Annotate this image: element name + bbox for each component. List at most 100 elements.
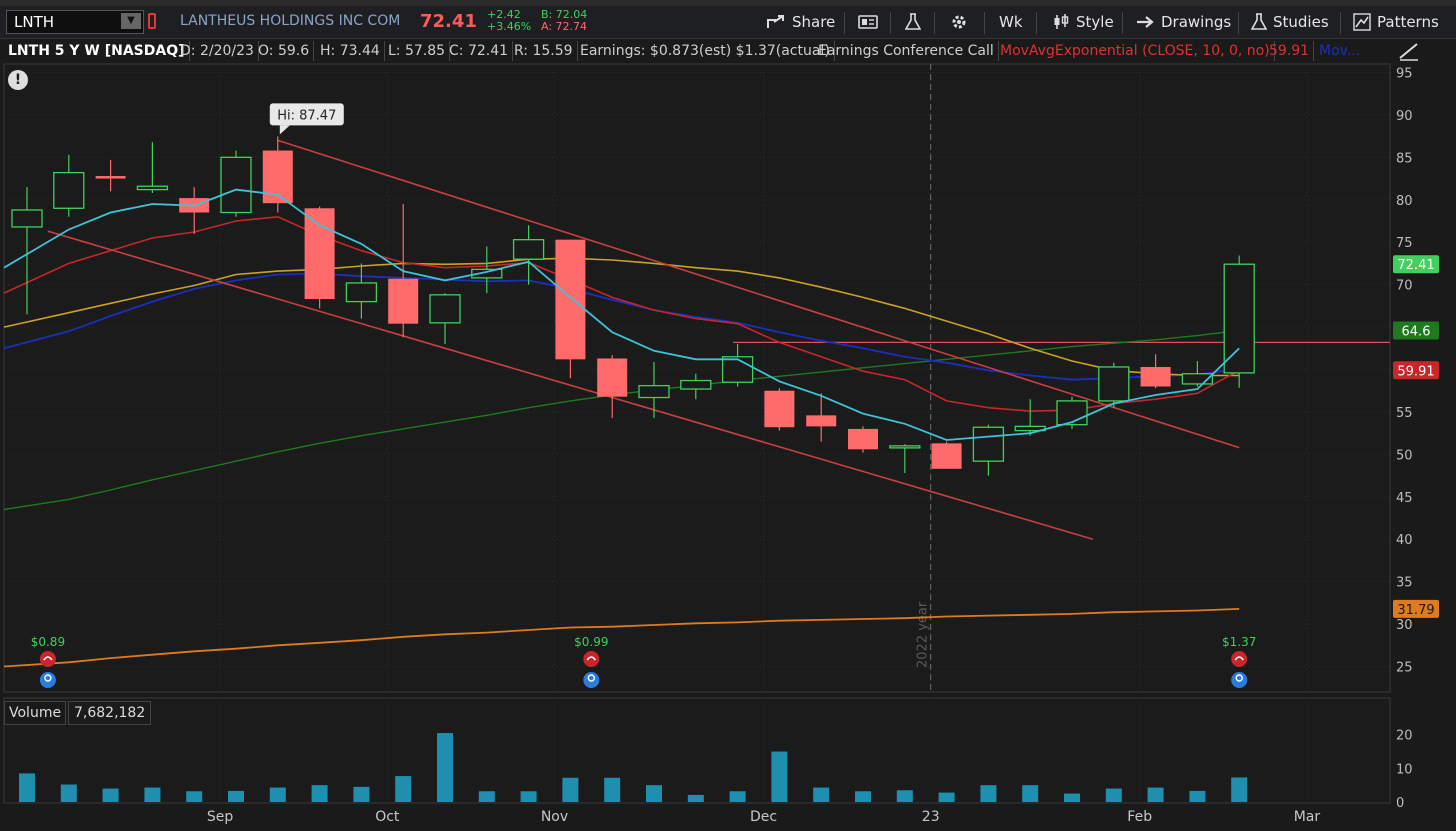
settings-button[interactable] [950,6,968,38]
volume-bar [186,791,203,802]
company-name: LANTHEUS HOLDINGS INC COM [180,13,401,29]
volume-bar [855,791,871,802]
price-tick-label: 50 [1396,448,1413,463]
candle-body-down [1140,366,1171,387]
drawings-label: Drawings [1161,13,1232,31]
volume-bar [813,787,830,802]
chart-canvas[interactable]: 25 30 35 40 45 50 55 60 65 70 75 80 85 90 95 Sep Oct Nov D… [0,0,1456,831]
candle-body-down [95,176,126,179]
volume-bar [228,790,244,802]
ema-red-line [3,215,1240,412]
flask-icon [1251,13,1267,30]
volume-bar [102,788,119,802]
patterns-label: Patterns [1377,13,1439,31]
high-annotation-label: Hi: 87.47 [277,108,336,123]
volume-bar [60,784,77,802]
time-axis-label: Mar [1294,809,1321,825]
symbol-text: LNTH [14,13,55,31]
volume-bar [520,791,537,802]
candle-body-up [345,282,378,303]
volume-bar [1189,790,1206,802]
time-axis-label: Sep [207,809,234,825]
price-tick-label: 40 [1396,533,1413,548]
drawings-button[interactable]: Drawings [1135,6,1231,38]
style-label: Style [1076,13,1114,31]
candle-body-up [1098,366,1130,402]
year-separator-label: 2022 year [916,601,931,668]
symbol-input[interactable]: LNTH ▼ [6,10,144,34]
sma-orange-line [3,608,1240,668]
percent-change: +3.46% [487,20,532,33]
candle-body-up [1181,373,1214,385]
candle-body-down [806,415,837,427]
bar-low: L: 57.85 [384,41,451,61]
bar-date: D: 2/20/23 [176,41,259,61]
candle-body-down [555,239,586,360]
price-tick-label: 25 [1396,661,1413,676]
volume-pane [3,697,1391,804]
price-tick-label: 65 [1396,321,1413,336]
earnings-bulb-icon-glyph [44,674,52,682]
earnings-call-icon-glyph [586,656,596,661]
high-annotation-box [269,103,344,126]
pattern-icon [1353,13,1371,31]
channel-trendline [277,139,1240,449]
ema-navy-line [3,272,1240,381]
ema-cyan-line [3,188,1240,441]
volume-bar [353,786,370,802]
studies-label: Studies [1273,13,1329,31]
volume-bar [269,787,286,802]
candle-body-up [53,171,85,209]
last-price: 72.41 [420,11,477,32]
earnings-bulb-icon [583,672,600,688]
earnings-bulb-icon-glyph [587,674,595,682]
toolbar-divider [890,12,891,34]
quote-panel-button[interactable] [858,6,878,38]
toolbar-divider [1122,12,1123,34]
share-icon [767,15,784,28]
volume-bar [646,785,662,802]
price-tag-label: 59.91 [1397,364,1434,379]
volume-bar [437,733,453,802]
sma-green-line [3,329,1240,511]
candle-body-up [512,239,545,260]
earnings-call-icon-glyph [1234,656,1244,661]
volume-tick-label: 10 [1396,762,1413,777]
volume-bar [938,792,955,802]
price-tag-label: 72.41 [1397,258,1434,273]
studies-button[interactable]: Studies [1251,6,1329,38]
price-tick-label: 70 [1396,279,1413,294]
volume-bar [1022,785,1039,802]
ask-price: A: 72.74 [541,20,588,33]
earnings-call-icon [583,651,600,667]
candle-body-down [179,198,210,213]
volume-bar [562,777,579,802]
share-button[interactable]: Share [766,6,835,38]
earnings-call-icon-glyph [43,656,53,661]
volume-bar [687,794,704,802]
style-button[interactable]: Style [1052,6,1114,38]
flask-button[interactable] [905,6,921,38]
event-info: Earnings Conference Call [814,41,999,61]
volume-bar [604,777,621,802]
candle-body-up [721,356,754,383]
timeframe-button[interactable]: Wk [999,6,1023,38]
drawing-toggle-button[interactable] [1398,40,1420,66]
study-ema2-label[interactable]: Mov... [1315,41,1364,61]
alert-info-icon[interactable]: ! [8,70,28,90]
patterns-button[interactable]: Patterns [1353,6,1439,38]
study-ema-label[interactable]: MovAvgExponential (CLOSE, 10, 0, no) [996,41,1275,61]
time-axis-label: 23 [922,809,940,825]
price-change: +2.42 +3.46% [487,9,531,33]
candle-style-icon [1054,14,1069,29]
share-label: Share [792,13,836,31]
price-tag-label: 64.6 [1402,324,1431,339]
time-axis-label: Nov [541,809,568,825]
bar-range: R: 15.59 [510,41,578,61]
symbol-dropdown-icon[interactable]: ▼ [121,13,141,29]
candle-body-up [11,209,43,228]
alert-flag-icon[interactable] [148,13,156,29]
candle-body-down [262,150,293,204]
price-tick-label: 45 [1396,491,1413,506]
candle-body-up [680,379,712,390]
